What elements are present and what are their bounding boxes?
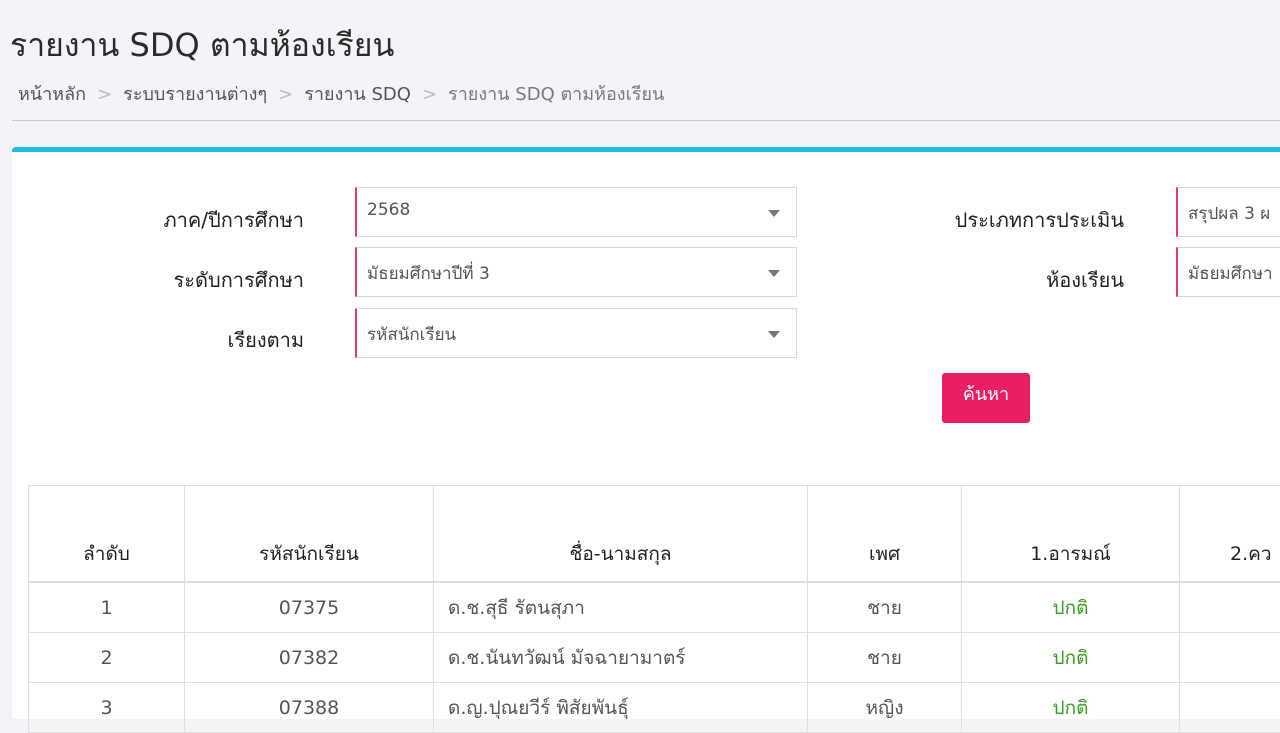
breadcrumb-separator: > bbox=[422, 84, 437, 105]
term-label: ภาค/ปีการศึกษา bbox=[42, 204, 304, 236]
page-title: รายงาน SDQ ตามห้องเรียน bbox=[10, 20, 394, 71]
cell-name: ด.ญ.ปุณยวีร์ พิสัยพันธุ์ bbox=[434, 683, 808, 733]
chevron-down-icon bbox=[768, 210, 780, 217]
cell-order: 1 bbox=[29, 582, 185, 633]
eval-type-select-value: สรุปผล 3 ผ bbox=[1188, 204, 1270, 224]
column-header-order: ลำดับ bbox=[29, 486, 185, 583]
sort-select[interactable]: รหัสนักเรียน bbox=[355, 308, 797, 358]
classroom-select-value: มัธยมศึกษา bbox=[1188, 264, 1273, 284]
cell-student-id: 07382 bbox=[185, 633, 434, 683]
breadcrumb-current: รายงาน SDQ ตามห้องเรียน bbox=[448, 84, 664, 105]
breadcrumb-separator: > bbox=[97, 84, 112, 105]
header-divider bbox=[12, 120, 1280, 121]
table-row: 1 07375 ด.ช.สุธี รัตนสุภา ชาย ปกติ bbox=[29, 582, 1280, 633]
cell-name: ด.ช.นันทวัฒน์ มัจฉายามาตร์ bbox=[434, 633, 808, 683]
chevron-down-icon bbox=[768, 331, 780, 338]
column-header-gender: เพศ bbox=[808, 486, 962, 583]
column-header-student-id: รหัสนักเรียน bbox=[185, 486, 434, 583]
sort-label: เรียงตาม bbox=[42, 324, 304, 356]
breadcrumb-home[interactable]: หน้าหลัก bbox=[18, 84, 86, 105]
column-header-emotion: 1.อารมณ์ bbox=[962, 486, 1180, 583]
eval-type-select[interactable]: สรุปผล 3 ผ bbox=[1176, 187, 1280, 237]
cell-conduct bbox=[1180, 683, 1280, 733]
report-panel: ภาค/ปีการศึกษา 2568 ระดับการศึกษา มัธยมศ… bbox=[12, 147, 1280, 719]
table-row: 2 07382 ด.ช.นันทวัฒน์ มัจฉายามาตร์ ชาย ป… bbox=[29, 633, 1280, 683]
cell-conduct bbox=[1180, 582, 1280, 633]
sdq-results-table: ลำดับ รหัสนักเรียน ชื่อ-นามสกุล เพศ 1.อา… bbox=[28, 485, 1280, 733]
term-select[interactable]: 2568 bbox=[355, 187, 797, 237]
eval-type-label: ประเภทการประเมิน bbox=[862, 204, 1124, 236]
search-button[interactable]: ค้นหา bbox=[942, 373, 1030, 423]
classroom-select[interactable]: มัธยมศึกษา bbox=[1176, 247, 1280, 297]
cell-order: 3 bbox=[29, 683, 185, 733]
cell-emotion-status: ปกติ bbox=[962, 683, 1180, 733]
cell-student-id: 07388 bbox=[185, 683, 434, 733]
level-label: ระดับการศึกษา bbox=[42, 264, 304, 296]
classroom-label: ห้องเรียน bbox=[862, 264, 1124, 296]
breadcrumb-reports[interactable]: ระบบรายงานต่างๆ bbox=[123, 84, 267, 105]
cell-gender: ชาย bbox=[808, 582, 962, 633]
column-header-conduct: 2.คว bbox=[1180, 486, 1280, 583]
cell-gender: หญิง bbox=[808, 683, 962, 733]
cell-gender: ชาย bbox=[808, 633, 962, 683]
cell-conduct bbox=[1180, 633, 1280, 683]
breadcrumb-sdq-report[interactable]: รายงาน SDQ bbox=[304, 84, 411, 105]
breadcrumb: หน้าหลัก > ระบบรายงานต่างๆ > รายงาน SDQ > รายง… bbox=[18, 79, 664, 108]
level-select[interactable]: มัธยมศึกษาปีที่ 3 bbox=[355, 247, 797, 297]
level-select-value: มัธยมศึกษาปีที่ 3 bbox=[367, 264, 490, 284]
cell-name: ด.ช.สุธี รัตนสุภา bbox=[434, 582, 808, 633]
cell-order: 2 bbox=[29, 633, 185, 683]
chevron-down-icon bbox=[768, 270, 780, 277]
breadcrumb-separator: > bbox=[278, 84, 293, 105]
table-header-row: ลำดับ รหัสนักเรียน ชื่อ-นามสกุล เพศ 1.อา… bbox=[29, 486, 1280, 583]
table-row: 3 07388 ด.ญ.ปุณยวีร์ พิสัยพันธุ์ หญิง ปก… bbox=[29, 683, 1280, 733]
cell-student-id: 07375 bbox=[185, 582, 434, 633]
column-header-name: ชื่อ-นามสกุล bbox=[434, 486, 808, 583]
sort-select-value: รหัสนักเรียน bbox=[367, 325, 456, 345]
cell-emotion-status: ปกติ bbox=[962, 582, 1180, 633]
cell-emotion-status: ปกติ bbox=[962, 633, 1180, 683]
term-select-value: 2568 bbox=[367, 200, 410, 220]
